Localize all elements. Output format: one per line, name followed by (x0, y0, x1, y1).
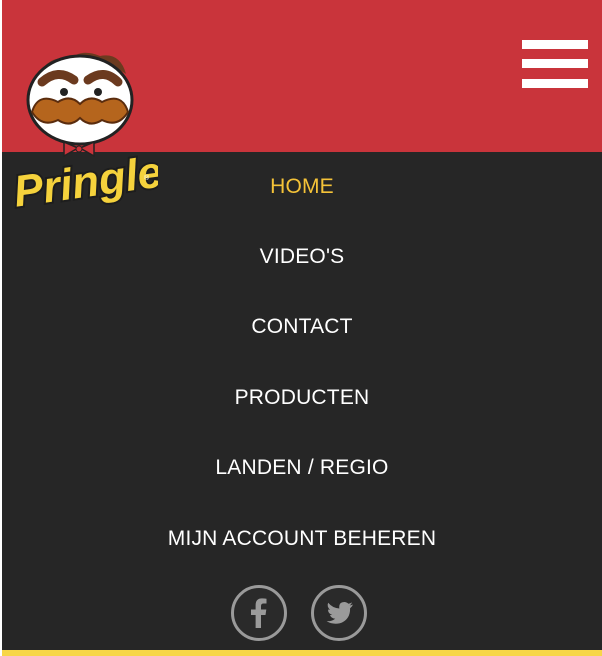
hamburger-menu-button[interactable] (522, 40, 588, 88)
menu-line (522, 79, 588, 88)
menu-line (522, 59, 588, 68)
twitter-button[interactable] (311, 585, 367, 641)
facebook-icon (251, 598, 267, 628)
facebook-button[interactable] (231, 585, 287, 641)
nav-item-mijn-account[interactable]: MIJN ACCOUNT BEHEREN (2, 524, 602, 554)
nav-item-landen-regio[interactable]: LANDEN / REGIO (2, 453, 602, 483)
nav-item-contact[interactable]: CONTACT (2, 312, 602, 342)
pringles-logo[interactable]: Pringles ® (8, 48, 191, 230)
nav-item-home[interactable]: HOME (2, 172, 602, 202)
nav-item-producten[interactable]: PRODUCTEN (2, 383, 602, 413)
footer-accent-bar (2, 650, 602, 656)
menu-line (522, 40, 588, 49)
pringles-logo-icon: Pringles ® (9, 52, 191, 219)
nav-item-videos[interactable]: VIDEO'S (2, 242, 602, 272)
twitter-icon (326, 602, 353, 624)
